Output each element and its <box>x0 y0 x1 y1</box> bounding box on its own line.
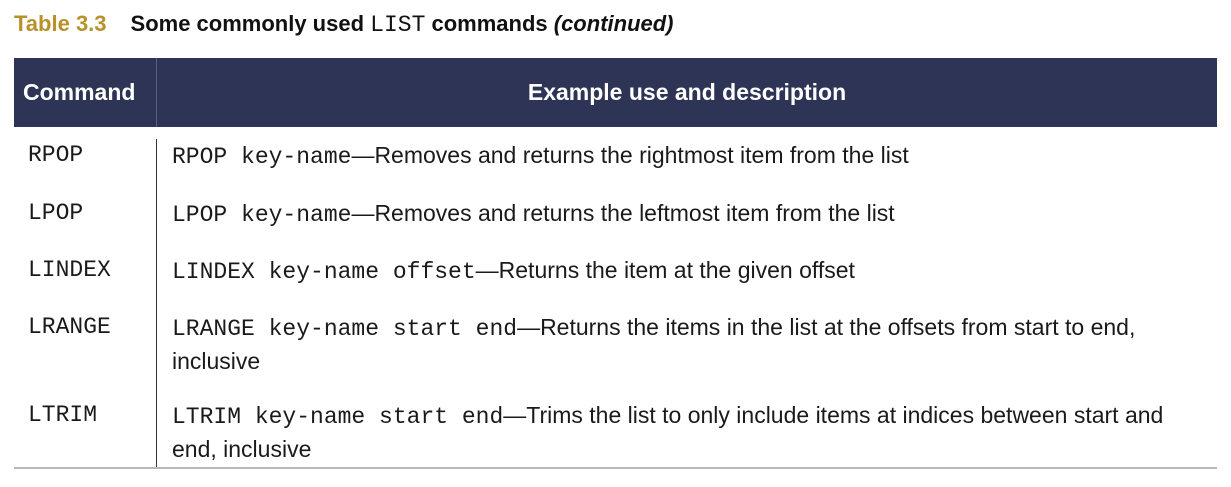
command-cell: RPOP <box>14 139 157 185</box>
command-cell: LINDEX <box>14 242 157 299</box>
table-row: LPOP LPOP key-name—Removes and returns t… <box>14 185 1217 242</box>
table-number: Table 3.3 <box>14 11 107 36</box>
header-description: Example use and description <box>527 79 847 105</box>
description-cell: LINDEX key-name offset—Returns the item … <box>157 242 1217 299</box>
code-example: LINDEX key-name offset <box>172 259 476 285</box>
title-italic: (continued) <box>553 11 674 36</box>
description-text: —Removes and returns the rightmost item … <box>351 142 909 168</box>
code-example: RPOP key-name <box>172 144 352 170</box>
title-prefix: Some commonly used <box>130 11 371 36</box>
code-example: LRANGE key-name start end <box>172 316 518 342</box>
table-row: LINDEX LINDEX key-name offset—Returns th… <box>14 242 1217 299</box>
table-body: RPOP RPOP key-name—Removes and returns t… <box>14 127 1217 469</box>
code-example: LTRIM key-name start end <box>172 404 504 430</box>
list-commands-table: Command Example use and description RPOP… <box>14 58 1217 469</box>
command-cell: LPOP <box>14 185 157 242</box>
table-header: Command Example use and description <box>14 58 1217 127</box>
description-text: —Returns the item at the given offset <box>475 257 855 283</box>
code-example: LPOP key-name <box>172 202 352 228</box>
command-cell: LRANGE <box>14 299 157 387</box>
table-caption: Table 3.3 Some commonly used LIST command… <box>14 8 674 40</box>
table-row: RPOP RPOP key-name—Removes and returns t… <box>14 127 1217 185</box>
description-cell: RPOP key-name—Removes and returns the ri… <box>157 139 1217 185</box>
table-row: LRANGE LRANGE key-name start end—Returns… <box>14 299 1217 387</box>
description-cell: LPOP key-name—Removes and returns the le… <box>157 185 1217 242</box>
description-text: —Removes and returns the leftmost item f… <box>351 200 895 226</box>
table-title: Some commonly used LIST commands (contin… <box>130 11 674 38</box>
table-row: LTRIM LTRIM key-name start end—Trims the… <box>14 387 1217 467</box>
header-command: Command <box>14 58 157 127</box>
command-cell: LTRIM <box>14 387 157 467</box>
title-suffix: commands <box>425 11 554 36</box>
description-cell: LRANGE key-name start end—Returns the it… <box>157 299 1217 387</box>
description-cell: LTRIM key-name start end—Trims the list … <box>157 387 1217 467</box>
title-code: LIST <box>370 12 426 38</box>
